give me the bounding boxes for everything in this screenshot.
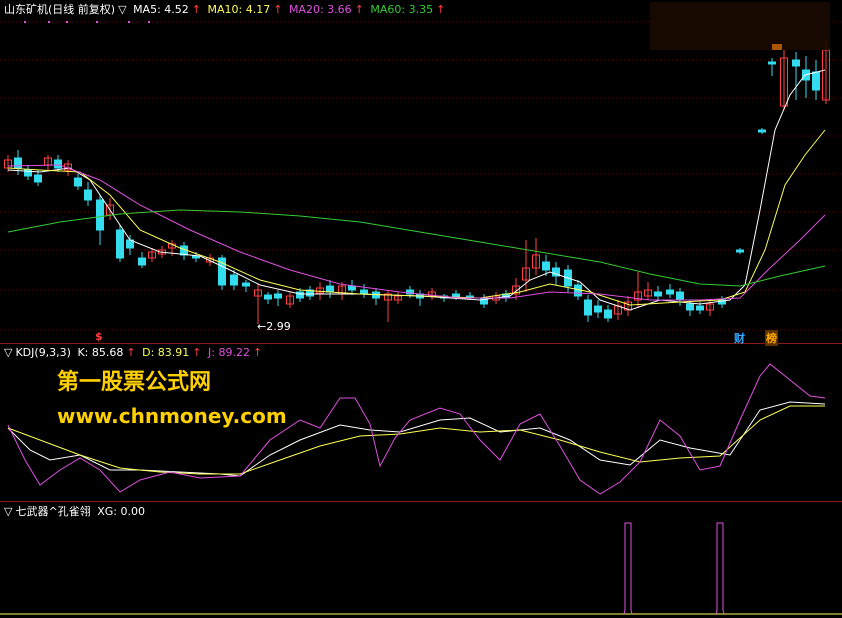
xg-legend: ▽ 七武器^孔雀翎 XG: 0.00: [4, 505, 148, 519]
candle-down: [84, 189, 92, 201]
kdj-legend: ▽ KDJ(9,3,3) K: 85.68 ↑ D: 83.91 ↑ J: 89.22…: [4, 346, 265, 360]
up-arrow-icon: ↑: [192, 346, 202, 359]
ma5-label: MA5: 4.52: [133, 3, 189, 16]
stock-title[interactable]: 山东矿机(日线 前复权): [4, 3, 115, 16]
candle-down: [604, 309, 612, 319]
panel-separator: [0, 501, 842, 502]
up-arrow-icon: ↑: [191, 3, 201, 16]
chart-canvas[interactable]: [0, 0, 842, 618]
signal-dot: [24, 21, 26, 23]
candle-down: [54, 159, 62, 169]
signal-dot: [48, 21, 50, 23]
candle-down: [138, 257, 146, 266]
candle-down: [242, 282, 250, 287]
xg-value: XG: 0.00: [97, 505, 145, 518]
watermark-url: www.chnmoney.com: [57, 404, 287, 428]
candle-down: [812, 71, 820, 91]
finance-tag[interactable]: 财: [734, 330, 745, 346]
candle-down: [96, 199, 104, 231]
d-value: D: 83.91: [142, 346, 190, 359]
up-arrow-icon: ↑: [126, 346, 136, 359]
low-price-marker: ←2.99: [257, 320, 291, 333]
candle-down: [230, 274, 238, 286]
collapse-triangle-icon[interactable]: ▽: [118, 3, 126, 16]
candle-down: [736, 249, 744, 253]
candle-down: [326, 285, 334, 293]
xg-title[interactable]: 七武器^孔雀翎: [15, 505, 90, 518]
xg-panel: [0, 522, 842, 615]
xg-signal-bar: [715, 522, 725, 615]
chart-window: 山东矿机(日线 前复权) ▽ MA5: 4.52 ↑ MA10: 4.17 ↑ MA2…: [0, 0, 842, 618]
up-arrow-icon: ↑: [354, 3, 364, 16]
collapse-triangle-icon[interactable]: ▽: [4, 346, 12, 359]
ma20-label: MA20: 3.66: [288, 3, 352, 16]
signal-dot: [128, 21, 130, 23]
main-legend: 山东矿机(日线 前复权) ▽ MA5: 4.52 ↑ MA10: 4.17 ↑ MA2…: [4, 3, 448, 17]
candle-down: [594, 305, 602, 313]
candle-down: [348, 285, 356, 291]
ma5-line: [7, 69, 826, 311]
candle-down: [792, 59, 800, 67]
candle-down: [74, 177, 82, 187]
k-value: K: 85.68: [77, 346, 124, 359]
candle-down: [584, 299, 592, 316]
signal-mark: $: [95, 330, 103, 343]
candle-down: [264, 294, 272, 300]
candle-down: [654, 291, 662, 297]
candle-down: [696, 305, 704, 311]
overlay-box: [650, 2, 830, 50]
candle-down: [666, 289, 674, 295]
candle-down: [116, 229, 124, 259]
signal-dot: [66, 21, 68, 23]
rank-tag[interactable]: 榜: [765, 330, 778, 346]
j-value: J: 89.22: [208, 346, 250, 359]
candle-down: [14, 157, 22, 169]
candle-down: [360, 289, 368, 295]
ma10-label: MA10: 4.17: [207, 3, 271, 16]
ma60-label: MA60: 3.35: [370, 3, 434, 16]
ma20-line: [7, 164, 826, 301]
candle-down: [542, 261, 550, 271]
watermark-title: 第一股票公式网: [57, 370, 212, 395]
candle-down: [274, 293, 282, 299]
signal-dot: [96, 21, 98, 23]
candle-down: [758, 129, 766, 133]
price-panel: [4, 2, 830, 324]
signal-dot: [148, 21, 150, 23]
candle-down: [768, 61, 776, 65]
overlay-mark: [772, 44, 782, 50]
grid: [0, 21, 842, 331]
up-arrow-icon: ↑: [273, 3, 283, 16]
candle-down: [296, 291, 304, 299]
ma10-line: [7, 129, 826, 306]
xg-signal-bar: [623, 522, 633, 615]
panel-separator: [0, 343, 842, 344]
kdj-title[interactable]: KDJ(9,3,3): [15, 346, 71, 359]
candle-down: [34, 174, 42, 183]
up-arrow-icon: ↑: [252, 346, 263, 359]
candle-down: [686, 303, 694, 311]
up-arrow-icon: ↑: [436, 3, 446, 16]
collapse-triangle-icon[interactable]: ▽: [4, 505, 12, 518]
candle-down: [676, 291, 684, 301]
